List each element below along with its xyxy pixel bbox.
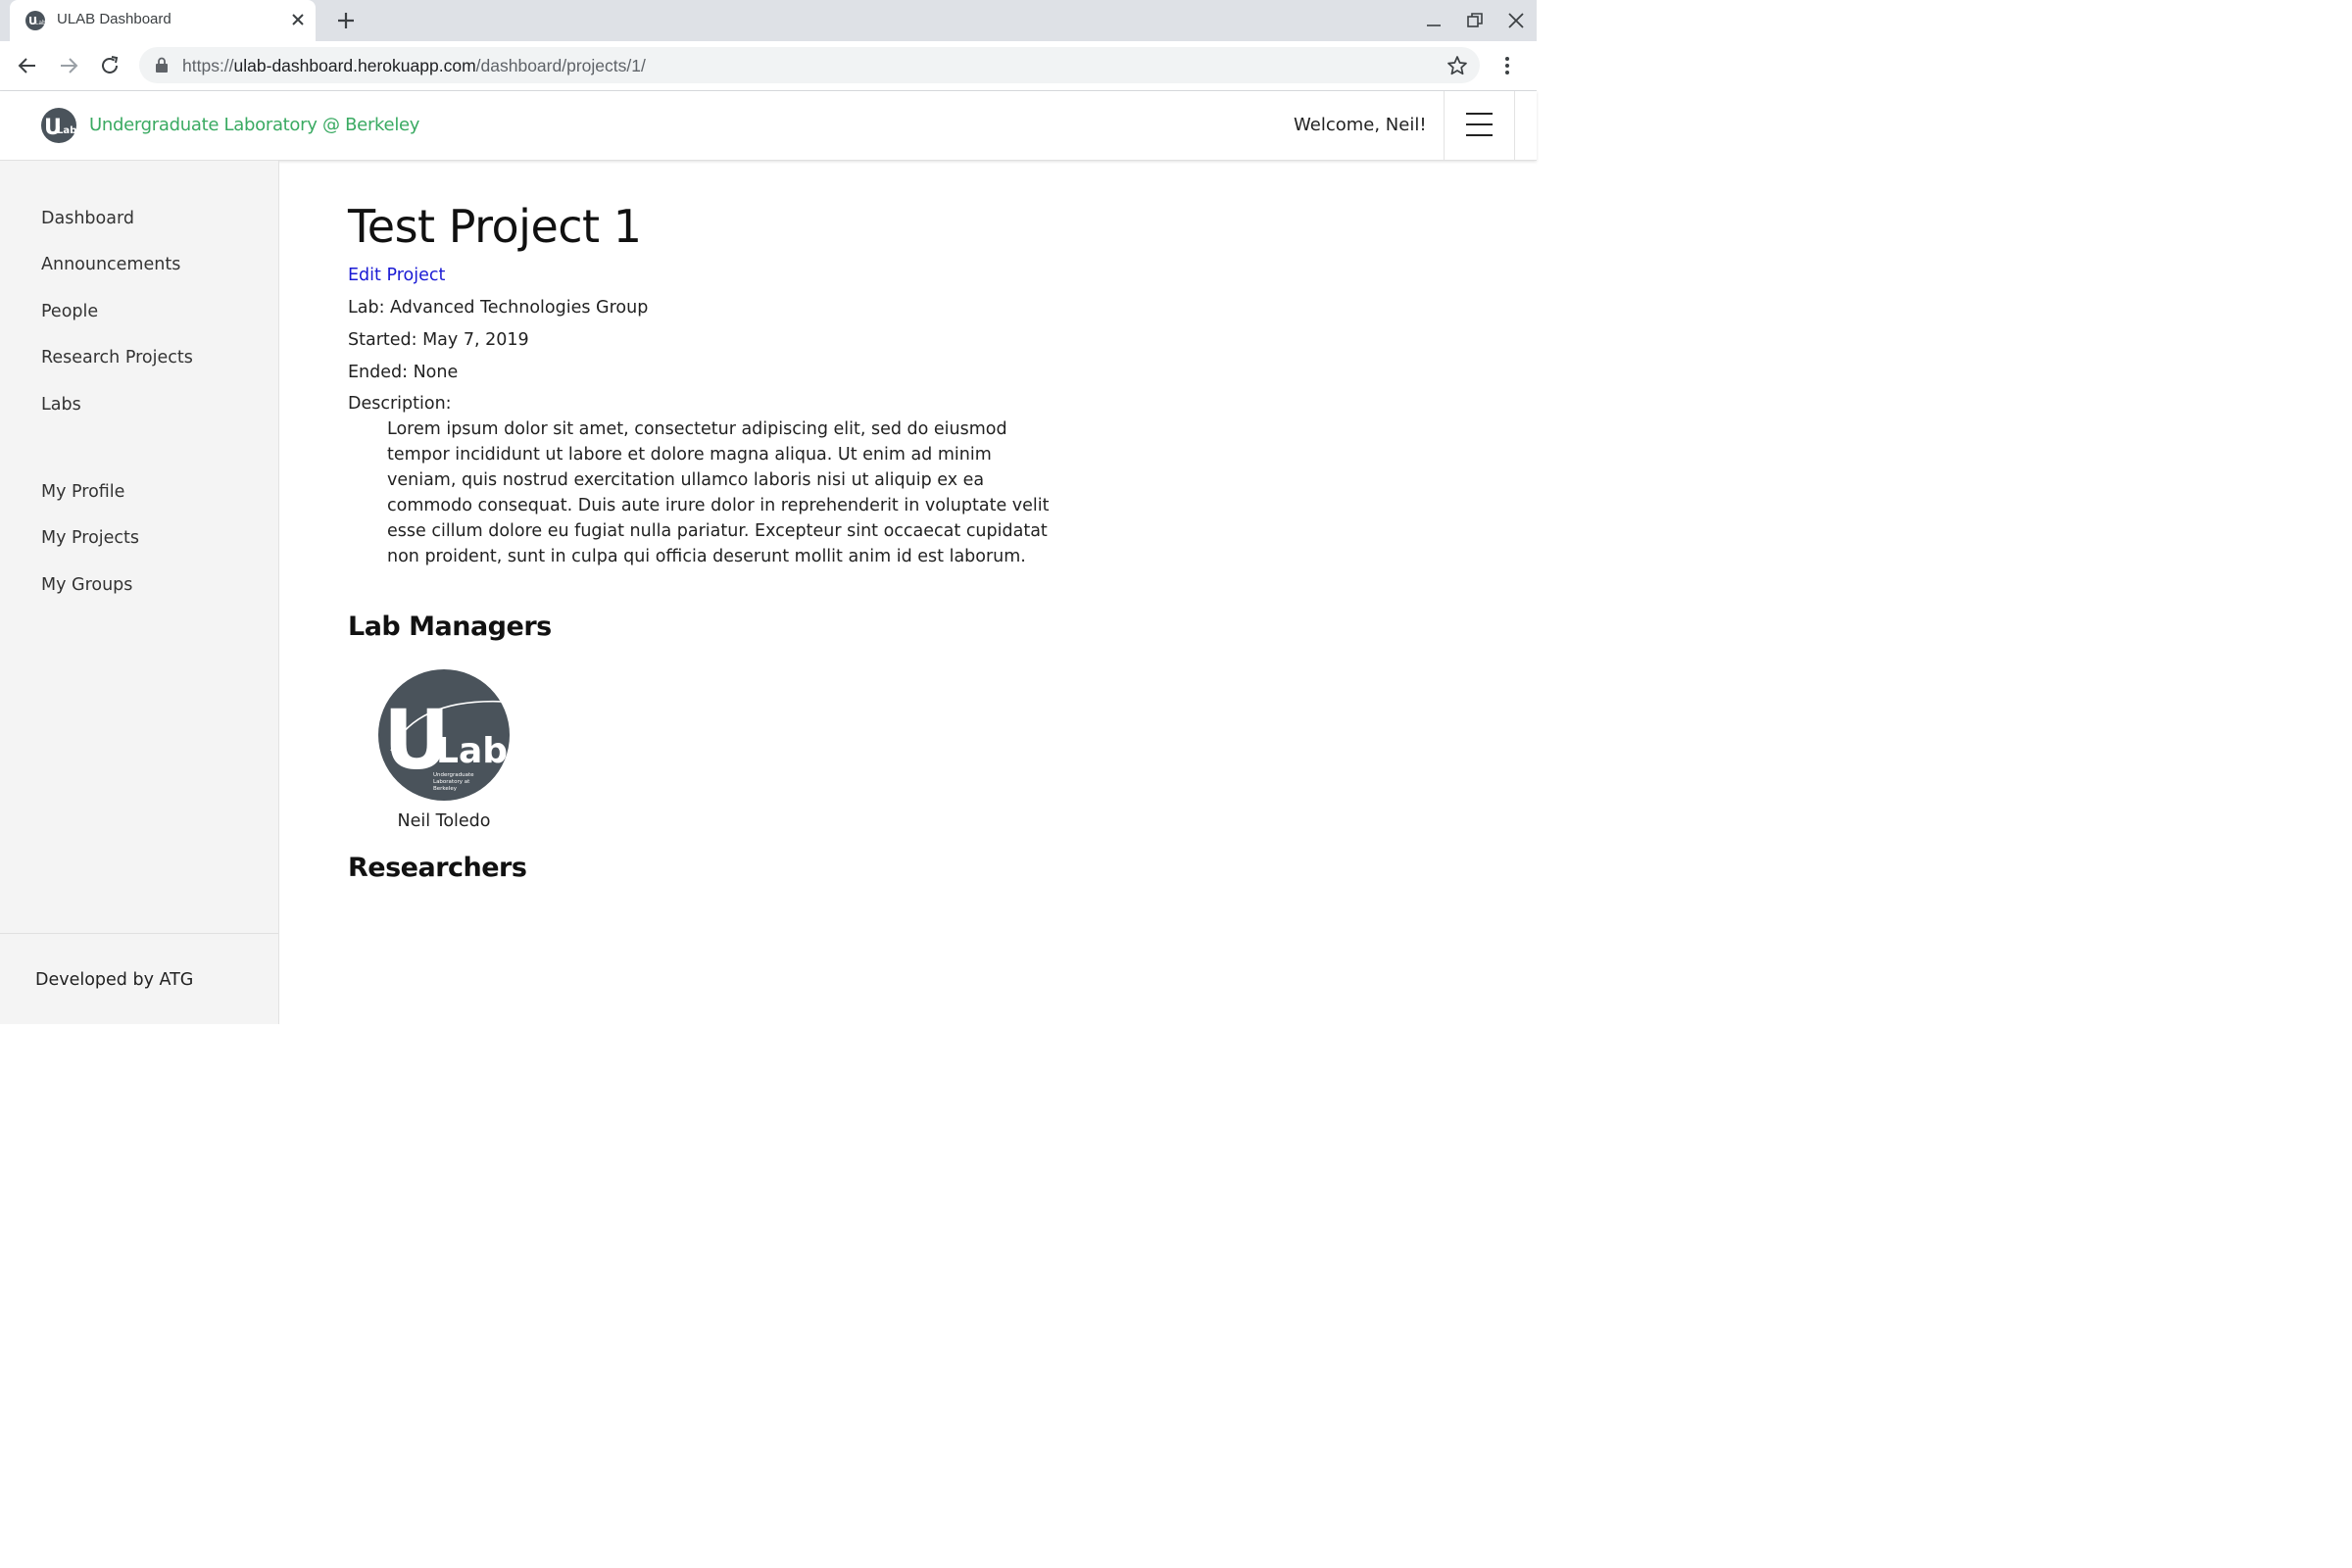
browser-menu-icon[interactable]	[1499, 54, 1515, 77]
project-started: Started: May 7, 2019	[348, 330, 529, 350]
project-lab: Lab: Advanced Technologies Group	[348, 298, 649, 318]
logo-small-text: Undergraduate	[433, 772, 474, 778]
sidebar-footer: Developed by ATG	[35, 970, 194, 990]
page-title: Test Project 1	[348, 200, 642, 253]
restore-icon[interactable]	[1466, 12, 1484, 29]
sidebar: Dashboard Announcements People Research …	[0, 161, 279, 1024]
browser-tab[interactable]: U Lab ULAB Dashboard	[10, 0, 316, 41]
researchers-heading: Researchers	[348, 853, 527, 883]
back-arrow-icon[interactable]	[16, 54, 39, 77]
browser-tabstrip: U Lab ULAB Dashboard	[0, 0, 1537, 41]
svg-text:Lab: Lab	[35, 20, 45, 26]
lab-managers-heading: Lab Managers	[348, 612, 552, 642]
sidebar-item-announcements[interactable]: Announcements	[41, 255, 180, 274]
logo-lab-text: Lab	[436, 731, 508, 771]
browser-toolbar: https://ulab-dashboard.herokuapp.com/das…	[0, 41, 1537, 91]
manager-name[interactable]: Neil Toledo	[377, 811, 511, 831]
sidebar-item-my-profile[interactable]: My Profile	[41, 482, 124, 502]
minimize-icon[interactable]	[1425, 12, 1443, 29]
logo-small-text: Laboratory at	[433, 779, 470, 785]
sidebar-item-my-groups[interactable]: My Groups	[41, 575, 132, 595]
ulab-logo-icon[interactable]: U Lab	[41, 108, 76, 143]
forward-arrow-icon[interactable]	[57, 54, 80, 77]
svg-text:Lab: Lab	[57, 125, 76, 136]
welcome-message: Welcome, Neil!	[1294, 115, 1427, 135]
tab-title: ULAB Dashboard	[57, 11, 172, 27]
url-text: https://ulab-dashboard.herokuapp.com/das…	[182, 56, 646, 75]
logo-small-text: Berkeley	[433, 786, 458, 792]
ulab-favicon-icon: U Lab	[25, 11, 45, 30]
sidebar-item-people[interactable]: People	[41, 302, 98, 321]
sidebar-item-dashboard[interactable]: Dashboard	[41, 209, 134, 228]
new-tab-icon[interactable]	[335, 10, 357, 31]
main-content: Test Project 1 Edit Project Lab: Advance…	[279, 161, 1537, 1024]
sidebar-item-my-projects[interactable]: My Projects	[41, 528, 139, 548]
app-header: U Lab Undergraduate Laboratory @ Berkele…	[0, 91, 1537, 161]
manager-avatar[interactable]: U Lab Undergraduate Laboratory at Berkel…	[377, 668, 511, 802]
lock-icon	[156, 57, 168, 73]
close-window-icon[interactable]	[1507, 12, 1525, 29]
close-tab-icon[interactable]	[288, 10, 308, 29]
edit-project-link[interactable]: Edit Project	[348, 266, 445, 285]
header-divider	[1444, 91, 1445, 160]
sidebar-item-labs[interactable]: Labs	[41, 395, 81, 415]
bookmark-star-icon[interactable]	[1446, 55, 1468, 76]
sidebar-footer-divider	[0, 933, 278, 934]
header-divider	[1514, 91, 1515, 160]
description-label: Description:	[348, 394, 452, 414]
brand-name[interactable]: Undergraduate Laboratory @ Berkeley	[89, 115, 419, 135]
hamburger-menu-icon[interactable]	[1466, 113, 1493, 136]
address-bar[interactable]: https://ulab-dashboard.herokuapp.com/das…	[139, 47, 1480, 83]
project-ended: Ended: None	[348, 363, 459, 382]
reload-icon[interactable]	[98, 54, 122, 77]
sidebar-item-research-projects[interactable]: Research Projects	[41, 348, 193, 368]
project-description: Lorem ipsum dolor sit amet, consectetur …	[387, 419, 1050, 566]
